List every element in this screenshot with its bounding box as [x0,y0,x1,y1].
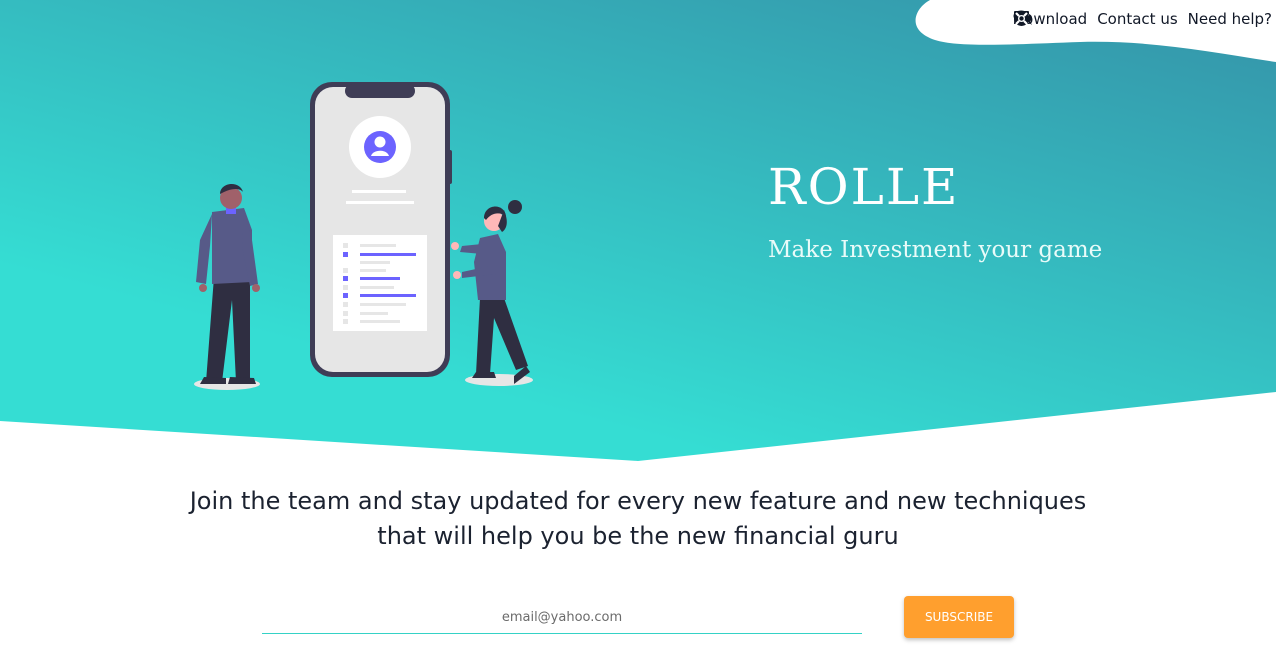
nav-help-link[interactable]: Need help? [1013,10,1272,28]
intro-line-1: Join the team and stay updated for every… [189,487,1087,515]
subscribe-form: SUBSCRIBE [262,596,1022,640]
nav-contact-link[interactable]: Contact us [1013,10,1178,28]
brand-block: ROLLE Make Investment your game [768,158,1103,264]
email-input[interactable] [262,602,862,634]
nav-help-label: Need help? [1187,10,1272,28]
intro-line-2: that will help you be the new financial … [377,522,899,550]
hero-section: Download Contact us Need help? ROLLE Mak… [0,0,1276,470]
top-navigation: Download Contact us Need help? [1013,10,1272,28]
brand-title: ROLLE [768,158,960,216]
subscribe-button[interactable]: SUBSCRIBE [904,596,1014,638]
lifebuoy-icon [1013,11,1029,26]
nav-contact-label: Contact us [1097,10,1178,28]
intro-text: Join the team and stay updated for every… [0,484,1276,554]
brand-tagline: Make Investment your game [768,237,1103,263]
